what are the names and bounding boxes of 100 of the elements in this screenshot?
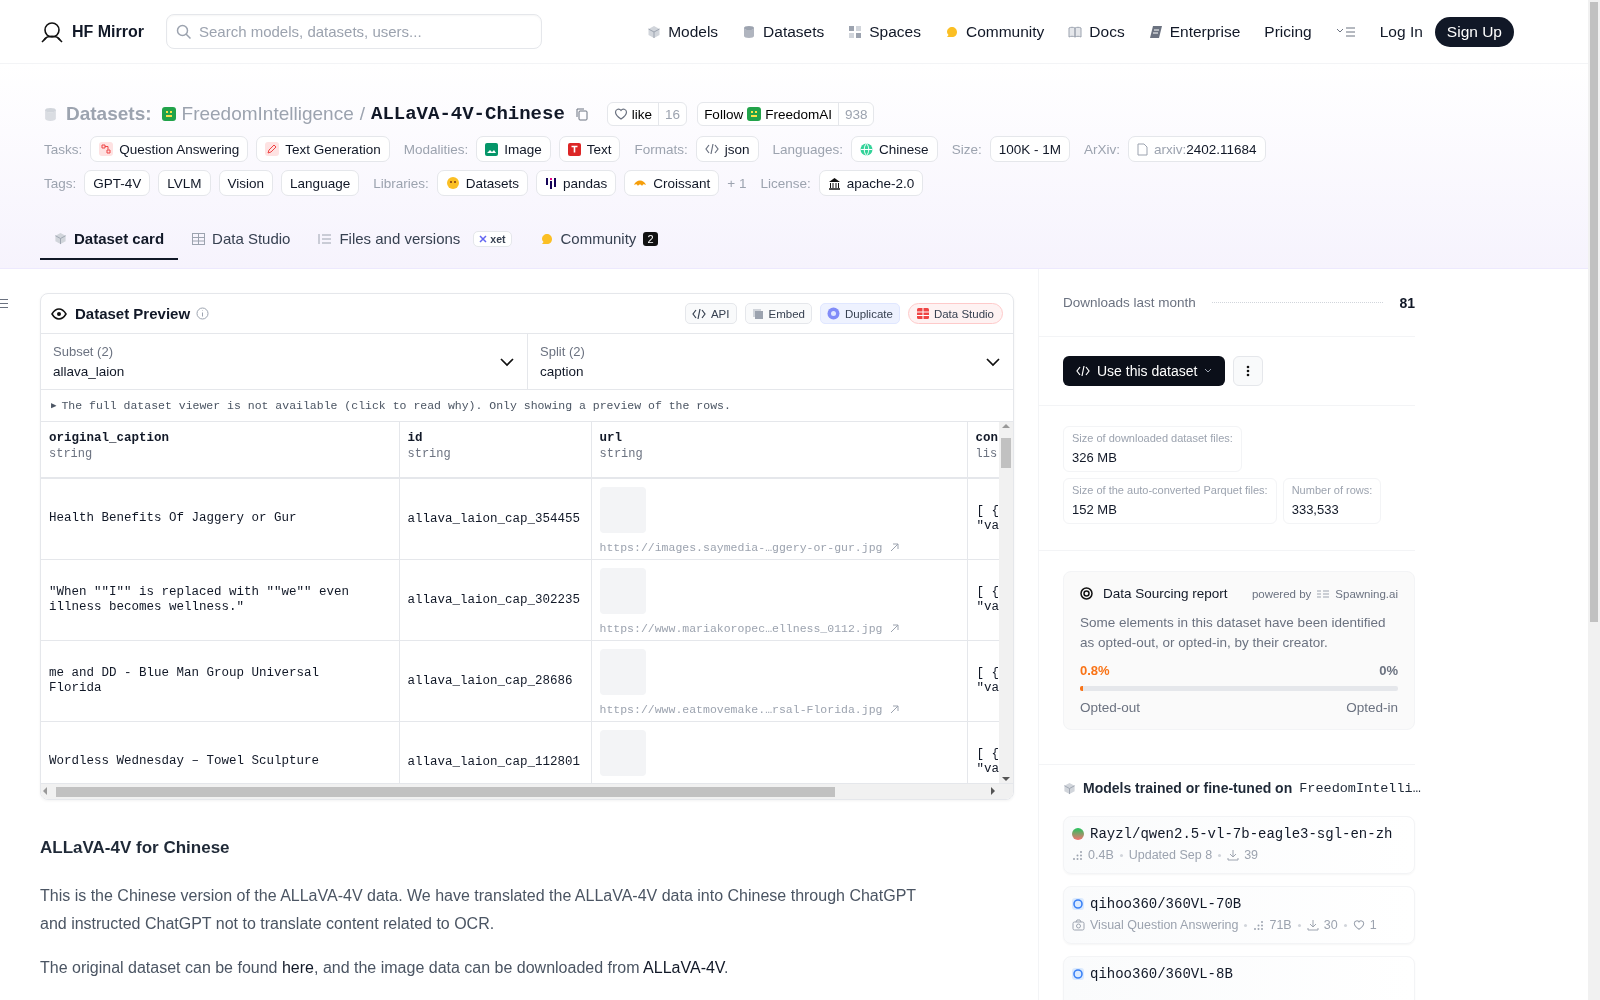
meta-tag[interactable]: apache-2.0 (818, 170, 924, 196)
meta-label: License: (760, 175, 811, 191)
nav-link[interactable]: Docs (1068, 22, 1125, 41)
x-icon (479, 234, 488, 243)
stat-label: Size of downloaded dataset files: (1072, 432, 1233, 444)
speech-bubble-icon (944, 24, 959, 39)
meta-label: Tags: (44, 175, 77, 191)
model-stat: Visual Question Answering (1090, 918, 1239, 932)
tab[interactable]: Dataset card (40, 219, 179, 260)
meta-tag[interactable]: arxiv:2402.11684 (1127, 136, 1266, 162)
provider-name: Spawning.ai (1335, 587, 1398, 600)
model-name: Rayzl/qwen2.5-vl-7b-eagle3-sgl-en-zh (1090, 826, 1393, 842)
column-header[interactable]: url string (591, 422, 967, 478)
meta-tag[interactable]: 100K - 1M (989, 136, 1070, 162)
table-cell: Health Benefits Of Jaggery or Gur (41, 478, 399, 559)
organization-avatar-icon (747, 107, 762, 121)
powered-by-label: powered by (1251, 587, 1312, 600)
toolbar-button[interactable]: Duplicate (819, 303, 900, 324)
models-heading: Models trained or fine-tuned on (1083, 780, 1293, 796)
meta-tag[interactable]: Image (476, 136, 551, 162)
scrollbar[interactable] (1588, 0, 1600, 1000)
dataset-name: ALLaVA-4V-Chinese (371, 103, 565, 125)
column-header[interactable]: original_caption string (41, 422, 399, 478)
meta-tag[interactable]: Language (281, 170, 360, 196)
use-dataset-button[interactable]: Use this dataset (1063, 356, 1226, 386)
tab[interactable]: Community 2 (525, 219, 672, 260)
vertical-scrollbar[interactable] (999, 422, 1013, 783)
bank-icon (827, 176, 841, 190)
camera-icon (1072, 919, 1085, 931)
nav-link[interactable]: Pricing (1264, 22, 1312, 41)
table-icon (916, 308, 929, 319)
tab[interactable]: Data Studio (178, 219, 305, 260)
enterprise-icon (1148, 24, 1163, 39)
text-icon (567, 142, 581, 156)
external-link-icon (890, 704, 900, 714)
meta-tag[interactable]: Croissant (624, 170, 720, 196)
model-card[interactable]: qihoo360/360VL-8B (1063, 956, 1415, 1000)
nav-link[interactable]: Enterprise (1148, 22, 1241, 41)
embed-icon (751, 307, 764, 320)
table-icon (192, 232, 206, 245)
text-link[interactable]: here (281, 959, 314, 976)
download-icon (1227, 849, 1240, 861)
meta-tag[interactable]: json (695, 136, 759, 162)
text-link[interactable]: ALLaVA-4V (643, 959, 725, 976)
code-icon (704, 143, 719, 155)
meta-tag[interactable]: Datasets (436, 170, 528, 196)
eye-icon (51, 307, 67, 320)
table-cell: allava_laion_cap_302235 (399, 559, 591, 640)
select-dropdown[interactable]: Split (2) caption (527, 334, 1013, 389)
horizontal-scrollbar[interactable] (41, 783, 1013, 799)
model-stat: 30 (1323, 918, 1338, 932)
select-dropdown[interactable]: Subset (2) allava_laion (41, 334, 527, 389)
meta-tag[interactable]: Vision (218, 170, 274, 196)
meta-tag[interactable]: Question Answering (90, 136, 249, 162)
nav-link[interactable]: Community (944, 22, 1045, 41)
signup-button[interactable]: Sign Up (1434, 16, 1514, 47)
brand-name: HF Mirror (72, 22, 144, 41)
nav-link[interactable]: Datasets (742, 22, 825, 41)
copy-button[interactable] (574, 107, 589, 121)
meta-tag[interactable]: pandas (536, 170, 617, 196)
meta-tag[interactable]: Text Generation (256, 136, 390, 162)
meta-tag[interactable]: GPT-4V (84, 170, 151, 196)
meta-tag[interactable]: LVLM (158, 170, 211, 196)
stat-label: Size of the auto-converted Parquet files: (1072, 484, 1268, 496)
nav-link[interactable]: Models (647, 22, 719, 41)
tab[interactable]: Files and versions xet (304, 219, 526, 260)
meta-tag[interactable]: Chinese (851, 136, 938, 162)
path-separator: / (359, 103, 365, 125)
like-button[interactable]: like 16 (606, 102, 688, 126)
paragraph: The original dataset can be found here, and the image data can be downloaded from ALLaVA-4V. (40, 958, 730, 978)
more-button[interactable] (1233, 356, 1264, 386)
model-stat: 1 (1369, 918, 1377, 932)
column-header[interactable]: id string (399, 422, 591, 478)
login-link[interactable]: Log In (1379, 22, 1423, 41)
table-cell: me and DD - Blue Man Group Universal Florida (41, 640, 399, 721)
toolbar-button[interactable]: API (684, 303, 737, 324)
book-icon (1068, 24, 1083, 39)
opted-out-label: Opted-out (1080, 700, 1141, 715)
code-icon (691, 307, 706, 320)
meta-tag[interactable]: Text (558, 136, 621, 162)
model-card[interactable]: qihoo360/360VL-70B Visual Question Answering 71B 30 1 (1063, 886, 1415, 944)
model-stat: 71B (1269, 918, 1292, 932)
search-icon (176, 24, 192, 40)
duplicate-icon (826, 307, 840, 320)
model-name: qihoo360/360VL-8B (1090, 966, 1233, 982)
model-stat: Updated Sep 8 (1128, 848, 1213, 862)
follow-button[interactable]: Follow FreedomAI 938 (697, 102, 875, 126)
toolbar-button[interactable]: Embed (744, 303, 812, 324)
model-card[interactable]: Rayzl/qwen2.5-vl-7b-eagle3-sgl-en-zh 0.4B Updated Sep 8 39 (1063, 816, 1415, 874)
search-field[interactable]: Search models, datasets, users... (166, 14, 542, 49)
viewer-notice[interactable]: ▶ The full dataset viewer is not available (click to read why). Only showing a preview of the rows. (41, 390, 1013, 422)
table-of-contents-icon[interactable] (0, 298, 8, 310)
grid-icon (848, 24, 863, 39)
toolbar-button[interactable]: Data Studio (907, 303, 1003, 324)
menu-button[interactable] (1335, 24, 1356, 39)
question-answer-icon (99, 142, 114, 156)
nav-link[interactable]: Spaces (848, 22, 921, 41)
opted-in-percent: 0% (1379, 663, 1398, 678)
sourcing-description: Some elements in this dataset have been identified as opted-out, or opted-in, by their creator. (1080, 614, 1387, 652)
meta-label: Formats: (634, 141, 688, 157)
